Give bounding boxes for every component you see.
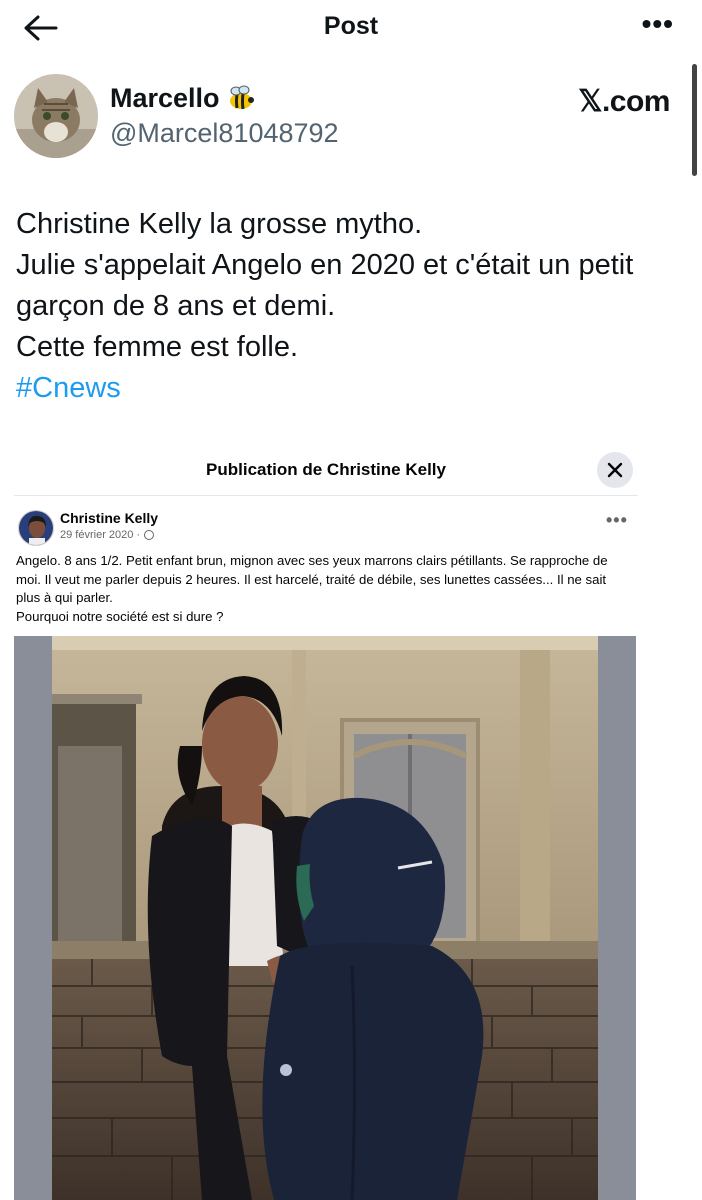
author-handle[interactable]: @Marcel81048792 — [110, 118, 339, 149]
fb-text-line: plus à qui parler. — [16, 590, 113, 605]
fb-more-icon: ••• — [606, 510, 628, 530]
photo-frame — [14, 636, 636, 1200]
avatar[interactable] — [14, 74, 98, 158]
more-options-button[interactable]: ••• — [642, 10, 674, 38]
bee-icon — [229, 85, 254, 110]
tweet-line: Julie s'appelait Angelo en 2020 et c'éta… — [16, 249, 634, 281]
fb-text-line: moi. Il veut me parler depuis 2 heures. … — [16, 571, 607, 587]
hashtag-link[interactable]: #Cnews — [16, 368, 696, 409]
globe-icon — [144, 530, 155, 540]
author-name-row[interactable]: Marcello — [110, 82, 256, 114]
scrollbar[interactable] — [692, 64, 697, 176]
author-name[interactable]: Marcello — [110, 83, 220, 114]
tweet-line: Christine Kelly la grosse mytho. — [16, 208, 423, 240]
post-photo — [52, 636, 598, 1200]
fb-text-line: Angelo. 8 ans 1/2. Petit enfant brun, mi… — [16, 553, 608, 568]
fb-post-text: Angelo. 8 ans 1/2. Petit enfant brun, mi… — [16, 552, 628, 626]
page-title: Post — [323, 12, 379, 40]
fb-text-line: Pourquoi notre société est si dure ? — [16, 608, 224, 624]
tweet-line: Cette femme est folle. — [16, 331, 299, 363]
embedded-screenshot[interactable]: Publication de Christine Kelly Christine… — [14, 440, 638, 1200]
fb-date-text: 29 février 2020 · — [60, 529, 141, 541]
embed-close-button — [597, 452, 633, 488]
close-icon — [607, 462, 623, 478]
fb-author-name: Christine Kelly — [60, 510, 159, 526]
tweet-line: garçon de 8 ans et demi. — [16, 290, 336, 322]
embed-header: Publication de Christine Kelly — [14, 440, 638, 496]
fb-avatar — [18, 510, 54, 546]
fb-post-date: 29 février 2020 · — [60, 529, 155, 541]
embed-title: Publication de Christine Kelly — [206, 460, 446, 479]
x-logo: 𝕏.com — [578, 85, 670, 118]
tweet-text: Christine Kelly la grosse mytho. Julie s… — [16, 204, 696, 409]
top-bar: Post ••• — [0, 0, 702, 56]
